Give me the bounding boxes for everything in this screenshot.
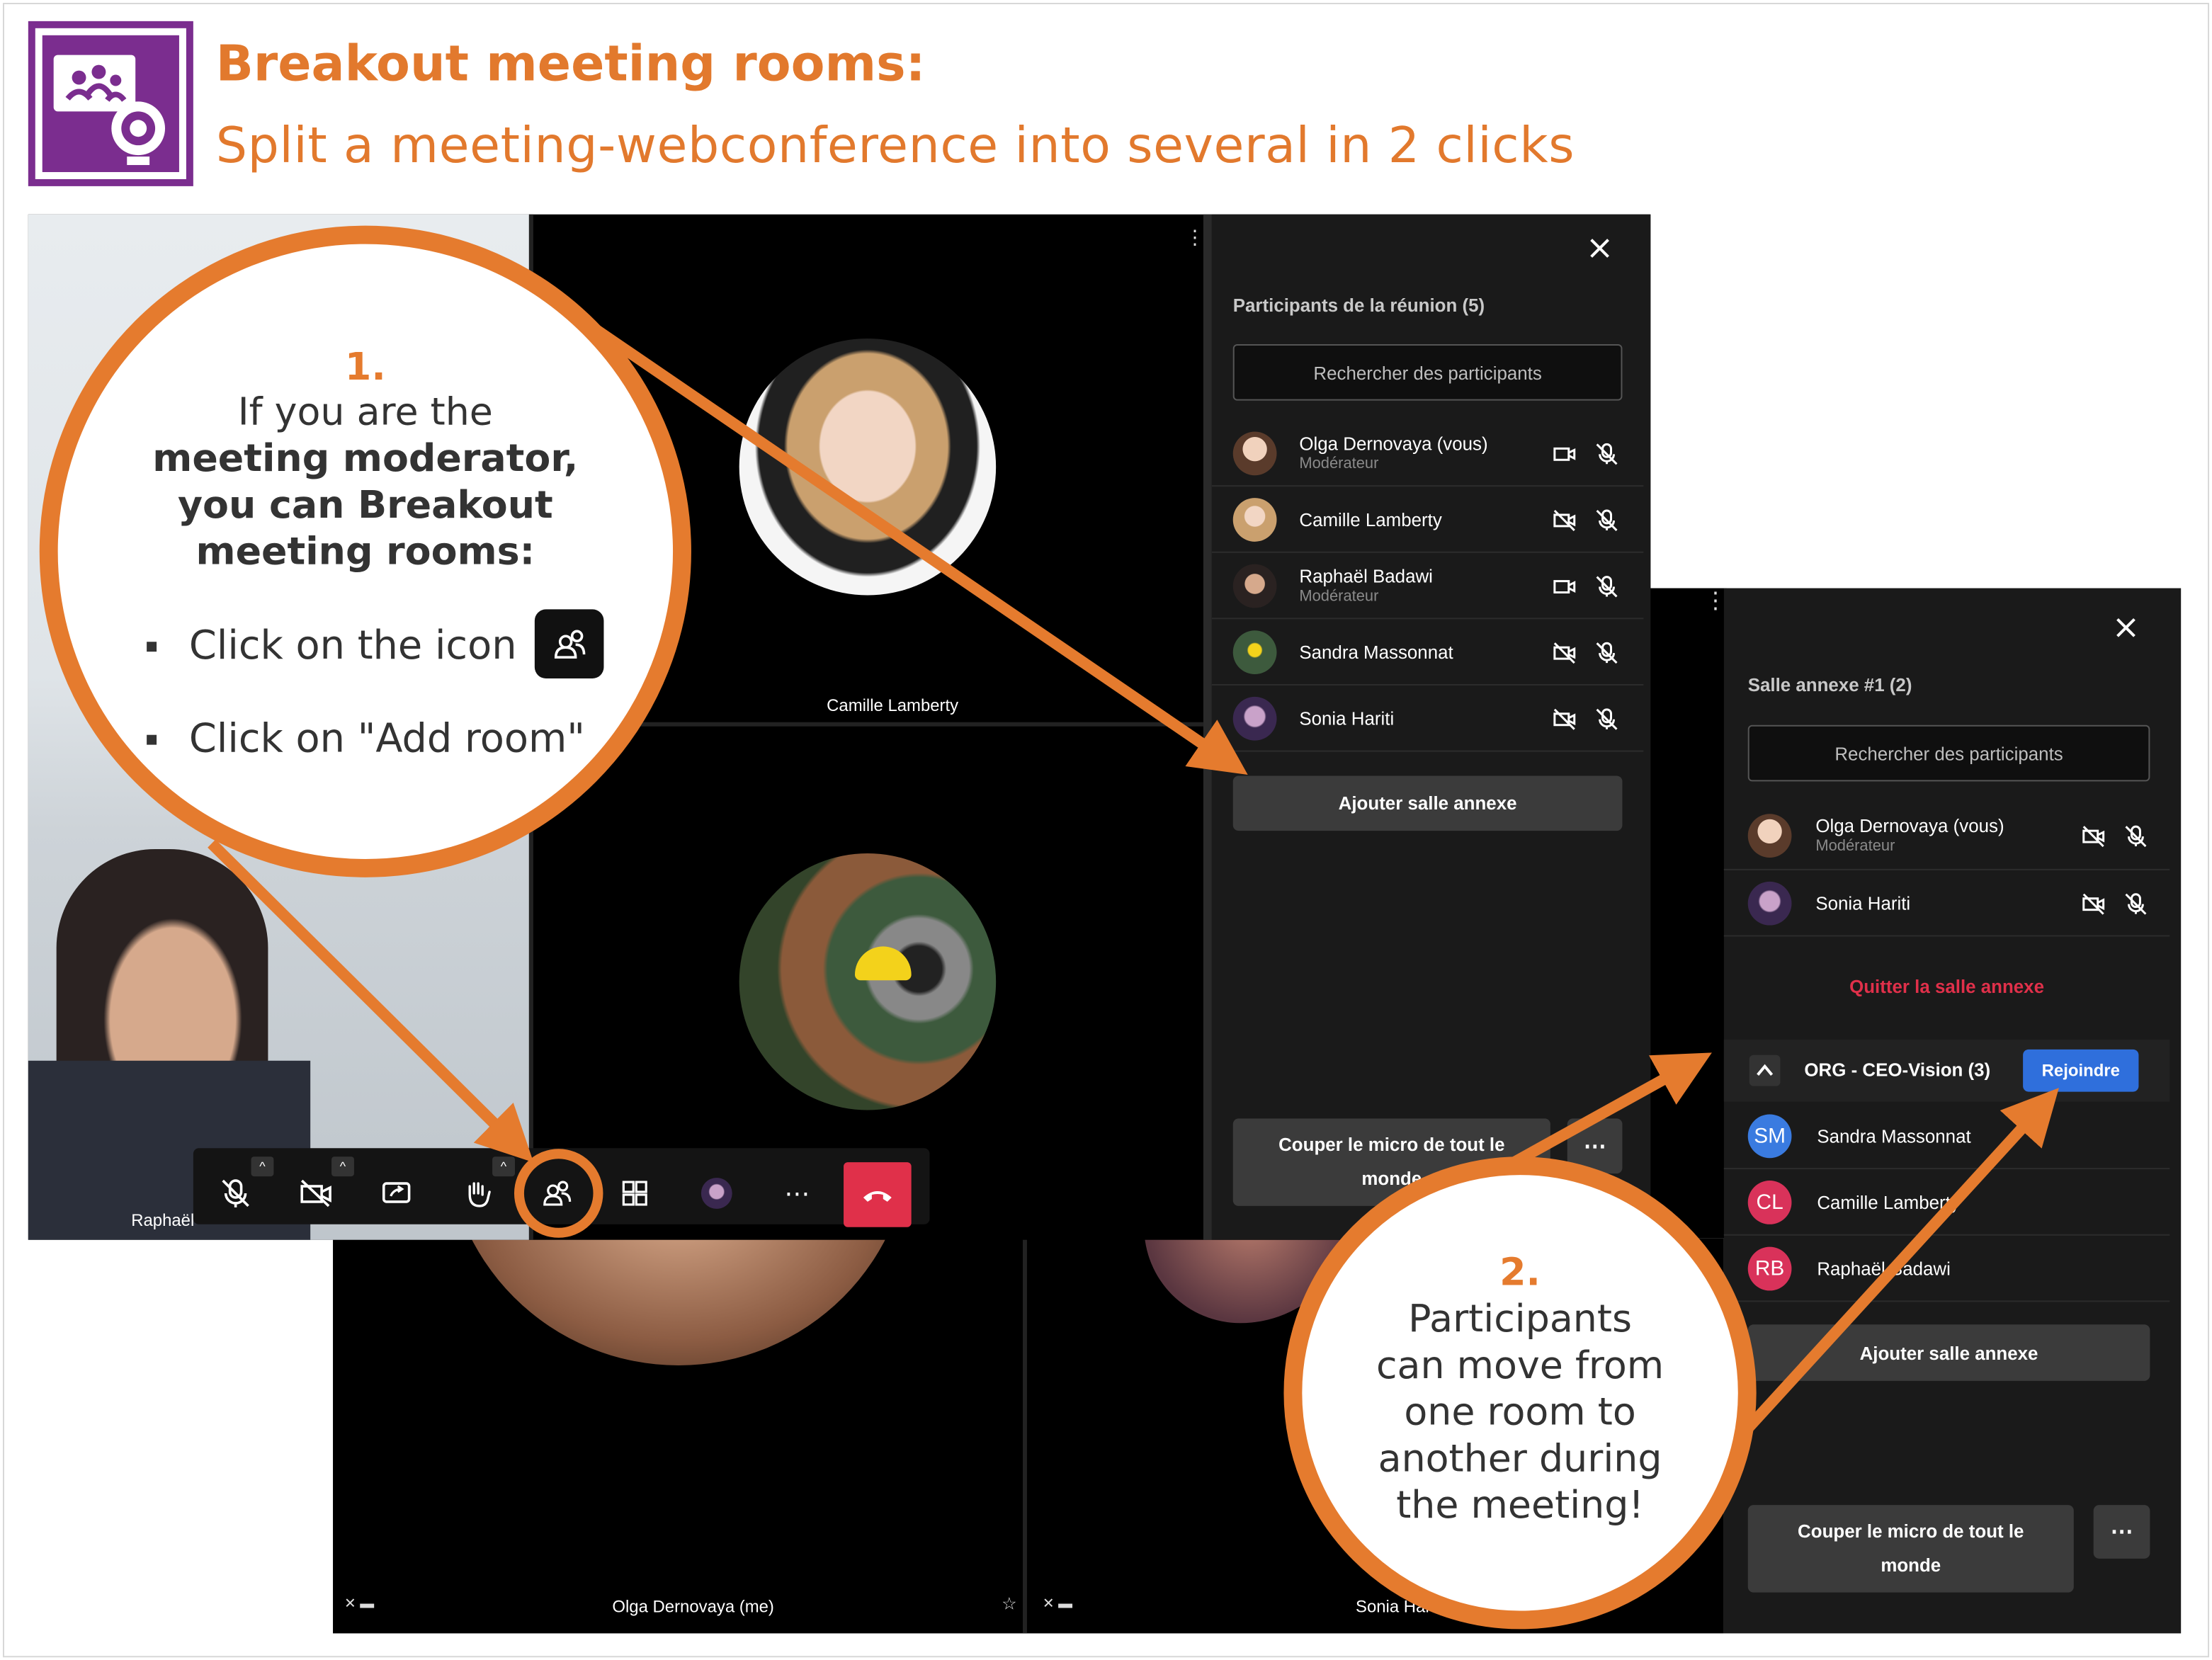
callout-2-line: another during (1378, 1437, 1662, 1482)
callout-1-bullet: Click on "Add room" (188, 715, 585, 762)
bullet-marker (147, 642, 157, 652)
callout-1-line: you can Breakout (177, 484, 553, 528)
breakout-rooms-icon (534, 609, 604, 679)
tutorial-slide: Breakout meeting rooms: Split a meeting-… (0, 0, 2212, 1660)
arrow-to-join (1708, 1088, 2059, 1471)
arrow-to-breakout-icon (208, 839, 534, 1163)
callout-2-line: the meeting! (1396, 1484, 1644, 1528)
callout-2-line: can move from (1376, 1344, 1664, 1388)
breakout-icon-highlight (514, 1149, 603, 1238)
callout-1-line: meeting moderator, (152, 437, 579, 482)
callout-2-line: one room to (1404, 1390, 1636, 1435)
callout-2-line: Participants (1408, 1297, 1633, 1342)
callout-1-number: 1. (344, 345, 386, 390)
callout-1-line: meeting rooms: (195, 530, 535, 574)
bullet-marker (147, 734, 157, 745)
callout-1-line: If you are the (237, 390, 493, 435)
callout-2-number: 2. (1499, 1251, 1541, 1295)
callout-1-bullet: Click on the icon (188, 622, 517, 669)
